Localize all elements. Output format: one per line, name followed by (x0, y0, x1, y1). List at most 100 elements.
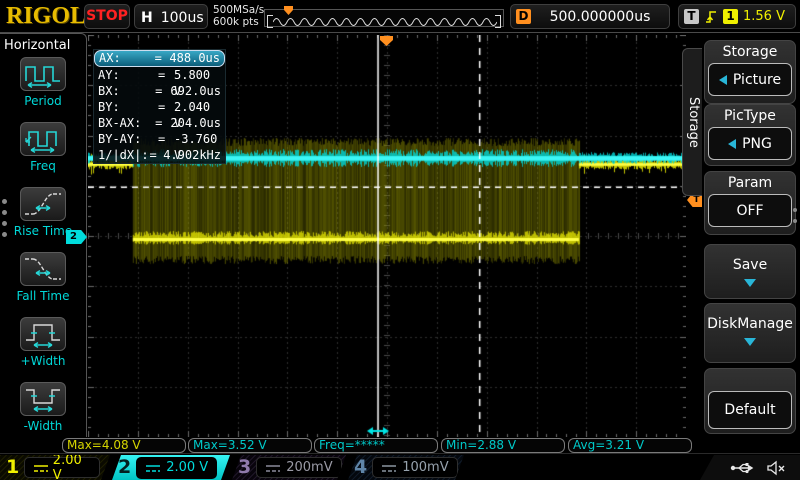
horizontal-scale-box[interactable]: H100us (134, 4, 208, 29)
right-menu: Storage Picture PicType PNG Param OFF Sa… (702, 35, 798, 437)
sidebar-item-minus-width[interactable]: -Width (0, 382, 86, 433)
cursor-row-bx-ax[interactable]: BX-AX: = 204.0us (94, 115, 225, 131)
cursor-label: AY: (98, 67, 158, 83)
channel-2-scale: 2.00 V (166, 460, 208, 475)
rise-time-icon (23, 190, 63, 218)
menu-value: Picture (733, 72, 781, 88)
channel-4-scale: 100mV (402, 460, 448, 475)
measurement-max-ch1[interactable]: Max=4.08 V (62, 438, 186, 453)
fall-time-button[interactable] (20, 252, 66, 286)
channel-2-block[interactable]: 2 2.00 V (112, 455, 230, 480)
menu-item-param[interactable]: Param OFF (704, 171, 796, 235)
freq-button[interactable] (20, 122, 66, 156)
minus-width-button[interactable] (20, 382, 66, 416)
equals-sign: = (158, 131, 174, 147)
left-menu-title: Horizontal (4, 38, 70, 53)
sidebar-item-freq[interactable]: Freq (0, 122, 86, 173)
speaker-muted-icon[interactable] (766, 460, 786, 476)
preview-waveform-icon (273, 18, 497, 26)
measurement-min[interactable]: Min=2.88 V (441, 438, 565, 453)
delay-value: 500.000000us (531, 9, 669, 25)
pictype-button[interactable]: PNG (708, 127, 792, 160)
period-label: Period (0, 94, 86, 108)
save-button[interactable]: Save (705, 257, 795, 273)
cursor-row-ax[interactable]: AX: = 488.0us (94, 50, 225, 67)
cursor-value: 4.902kHz (163, 147, 221, 163)
channel-3-block[interactable]: 3 200mV (232, 455, 346, 480)
measurement-avg[interactable]: Avg=3.21 V (568, 438, 692, 453)
option-left-arrow-icon (728, 139, 736, 149)
page-indicator-dot (2, 210, 7, 215)
plus-width-button[interactable] (20, 317, 66, 351)
cursor-row-bx[interactable]: BX: = 692.0us (94, 83, 225, 99)
preview-frame (264, 9, 504, 27)
sample-rate: 500MSa/s (213, 4, 264, 16)
fall-time-label: Fall Time (0, 289, 86, 303)
measurement-freq[interactable]: Freq=***** (314, 438, 438, 453)
rising-edge-icon (704, 9, 718, 24)
diskmanage-button[interactable]: DiskManage (705, 316, 795, 332)
h-timebase-value: 100us (161, 10, 204, 26)
channel-4-number: 4 (354, 455, 367, 480)
cursor-label: 1/|dX|: (98, 147, 149, 163)
menu-value: PNG (742, 136, 772, 152)
usb-icon[interactable] (730, 461, 756, 475)
menu-value: Default (724, 402, 775, 418)
plus-width-icon (23, 320, 63, 348)
option-left-arrow-icon (719, 75, 727, 85)
memory-depth: 600k pts (213, 16, 264, 28)
channel-2-number: 2 (118, 455, 131, 480)
sidebar-item-period[interactable]: Period (0, 57, 86, 108)
dc-coupling-icon (33, 463, 48, 473)
submenu-down-arrow-icon (744, 338, 756, 346)
channel-1-block[interactable]: 1 2.00 V (0, 455, 110, 480)
period-button[interactable] (20, 57, 66, 91)
trigger-box[interactable]: T 1 1.56 V (678, 4, 796, 29)
page-indicator-dot (2, 199, 7, 204)
delay-box[interactable]: D 500.000000us (510, 4, 670, 29)
minus-width-label: -Width (0, 419, 86, 433)
run-stop-status[interactable]: STOP (84, 4, 130, 29)
cursor-label: BX: (98, 83, 155, 99)
channel-status-bar: 1 2.00 V 2 2.00 V 3 (0, 453, 800, 480)
menu-item-default[interactable]: Default (704, 368, 796, 434)
storage-tab[interactable]: Storage (682, 48, 703, 196)
cursor-label: BX-AX: (98, 115, 155, 131)
cursor-value: 488.0us (169, 51, 220, 66)
page-indicator-dot (793, 208, 797, 212)
page-indicator-dot (793, 219, 797, 223)
menu-item-diskmanage[interactable]: DiskManage (704, 303, 796, 363)
storage-type-button[interactable]: Picture (708, 63, 792, 96)
period-icon (23, 60, 63, 88)
rise-time-button[interactable] (20, 187, 66, 221)
sidebar-item-fall-time[interactable]: Fall Time (0, 252, 86, 303)
cursor-measurement-box: AX: = 488.0us AY: = 5.800 V BX: = 692.0u… (93, 49, 226, 164)
dc-coupling-icon (265, 463, 281, 473)
cursor-row-inv-dx[interactable]: 1/|dX|: = 4.902kHz (94, 147, 225, 163)
default-button[interactable]: Default (708, 391, 792, 429)
cursor-row-by-ay[interactable]: BY-AY: = -3.760 V (94, 131, 225, 147)
channel-1-number: 1 (6, 455, 19, 480)
measurement-max-ch2[interactable]: Max=3.52 V (188, 438, 312, 453)
dc-coupling-icon (381, 463, 397, 473)
freq-icon (23, 125, 63, 153)
cursor-row-ay[interactable]: AY: = 5.800 V (94, 67, 225, 83)
dc-coupling-icon (145, 463, 161, 473)
trigger-level-value: 1.56 V (743, 9, 785, 24)
cursor-row-by[interactable]: BY: = 2.040 V (94, 99, 225, 115)
param-button[interactable]: OFF (708, 194, 792, 227)
menu-item-storage-type[interactable]: Storage Picture (704, 40, 796, 104)
sidebar-item-plus-width[interactable]: +Width (0, 317, 86, 368)
submenu-down-arrow-icon (744, 279, 756, 287)
equals-sign: = (158, 67, 174, 83)
menu-item-pictype[interactable]: PicType PNG (704, 104, 796, 166)
oscilloscope-screen: RIGOL STOP H100us 500MSa/s 600k pts D 50… (0, 0, 800, 480)
waveform-preview-bar[interactable] (264, 6, 504, 28)
page-indicator-dot (2, 221, 7, 226)
equals-sign: = (149, 147, 163, 163)
cursor-label: BY: (98, 99, 158, 115)
channel-4-block[interactable]: 4 100mV (348, 455, 464, 480)
cursor-value: -3.760 V (174, 131, 221, 147)
menu-item-save[interactable]: Save (704, 244, 796, 299)
channel-3-number: 3 (238, 455, 251, 480)
